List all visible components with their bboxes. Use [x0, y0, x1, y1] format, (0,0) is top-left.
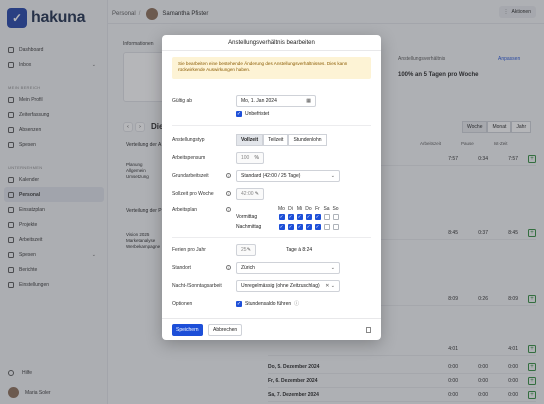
morning-checkbox-do[interactable]: ✓: [305, 214, 312, 220]
work-schedule-grid: Mo Di Mi Do Fr Sa So Vormittag ✓ ✓ ✓ ✓ ✓ Nachmittag…: [236, 206, 340, 232]
base-time-select[interactable]: Standard (42:00 / 25 Tage) ⌄: [236, 170, 340, 182]
night-work-select[interactable]: Unregelmässig (ohne Zeitzuschlag) ✕ ⌄: [236, 280, 340, 292]
info-icon[interactable]: i: [226, 191, 231, 196]
chevron-down-icon: ⌄: [330, 173, 335, 179]
weekday-label: Sa: [323, 206, 330, 212]
check-icon: ✓: [236, 111, 242, 117]
vacation-hint: Tage à 8:24: [286, 247, 313, 253]
morning-checkbox-sa[interactable]: [323, 214, 330, 220]
unlimited-checkbox[interactable]: ✓ Unbefristet: [236, 111, 269, 117]
base-time-label: Grundarbeitszeit: [172, 173, 209, 179]
chevron-down-icon: ⌄: [330, 265, 335, 271]
afternoon-checkbox-do[interactable]: ✓: [305, 224, 312, 230]
vacation-input[interactable]: 25 ✎: [236, 244, 256, 256]
workload-label: Arbeitspensum: [172, 155, 206, 161]
info-icon[interactable]: i: [226, 265, 231, 270]
afternoon-checkbox-so[interactable]: [332, 224, 339, 230]
warning-banner: Sie bearbeiten eine bestehende Änderung …: [172, 57, 371, 79]
night-work-label: Nacht-/Sonntagsarbeit: [172, 283, 222, 289]
weekday-label: Do: [305, 206, 312, 212]
morning-checkbox-so[interactable]: [332, 214, 339, 220]
weekday-label: So: [332, 206, 339, 212]
afternoon-row: Nachmittag ✓ ✓ ✓ ✓ ✓: [236, 222, 340, 232]
weekday-label: Mi: [296, 206, 303, 212]
valid-from-label: Gültig ab: [172, 98, 193, 104]
weekday-header: Mo Di Mi Do Fr Sa So: [277, 206, 340, 212]
info-icon[interactable]: i: [226, 207, 231, 212]
schedule-label: Arbeitsplan: [172, 207, 198, 213]
location-label: Standort: [172, 265, 191, 271]
edit-employment-dialog: Anstellungsverhältnis bearbeiten Sie bea…: [162, 35, 381, 340]
weekday-label: Mo: [278, 206, 285, 212]
cancel-button[interactable]: Abbrechen: [208, 324, 243, 336]
info-icon[interactable]: ⓘ: [294, 300, 299, 307]
morning-checkbox-mi[interactable]: ✓: [296, 214, 303, 220]
workload-input[interactable]: 100%: [236, 152, 264, 164]
dialog-footer: Speichern Abbrechen: [162, 318, 381, 340]
employment-type-switch: Vollzeit Teilzeit Stundenlohn: [236, 134, 327, 146]
type-fulltime[interactable]: Vollzeit: [236, 134, 264, 146]
calendar-icon: ▦: [306, 98, 311, 104]
morning-checkbox-di[interactable]: ✓: [287, 214, 294, 220]
save-button[interactable]: Speichern: [172, 324, 203, 336]
target-time-label: Sollzeit pro Woche: [172, 191, 214, 197]
afternoon-checkbox-sa[interactable]: [323, 224, 330, 230]
weekday-label: Di: [288, 206, 293, 212]
type-parttime[interactable]: Teilzeit: [263, 134, 289, 146]
options-label: Optionen: [172, 301, 193, 307]
morning-checkbox-mo[interactable]: ✓: [278, 214, 285, 220]
track-balance-checkbox[interactable]: ✓ Stundensaldo führen ⓘ: [236, 300, 299, 307]
afternoon-checkbox-fr[interactable]: ✓: [314, 224, 321, 230]
afternoon-checkbox-mi[interactable]: ✓: [296, 224, 303, 230]
target-time-input[interactable]: 42:00 ✎: [236, 188, 264, 200]
edit-icon: ✎: [254, 191, 259, 197]
divider: [172, 237, 371, 238]
afternoon-checkbox-mo[interactable]: ✓: [278, 224, 285, 230]
valid-from-input[interactable]: Mo, 1. Jan 2024 ▦: [236, 95, 316, 107]
weekday-label: Fr: [315, 206, 320, 212]
trash-icon[interactable]: [366, 327, 371, 333]
afternoon-checkbox-di[interactable]: ✓: [287, 224, 294, 230]
vacation-label: Ferien pro Jahr: [172, 247, 206, 253]
dialog-title: Anstellungsverhältnis bearbeiten: [162, 35, 381, 51]
clear-icon[interactable]: ✕ ⌄: [325, 283, 335, 289]
divider: [172, 125, 371, 126]
check-icon: ✓: [236, 300, 242, 307]
morning-row: Vormittag ✓ ✓ ✓ ✓ ✓: [236, 212, 340, 222]
employment-type-label: Anstellungstyp: [172, 137, 205, 143]
type-hourly[interactable]: Stundenlohn: [288, 134, 327, 146]
location-select[interactable]: Zürich ⌄: [236, 262, 340, 274]
edit-icon: ✎: [246, 247, 251, 253]
morning-checkbox-fr[interactable]: ✓: [314, 214, 321, 220]
info-icon[interactable]: i: [226, 173, 231, 178]
